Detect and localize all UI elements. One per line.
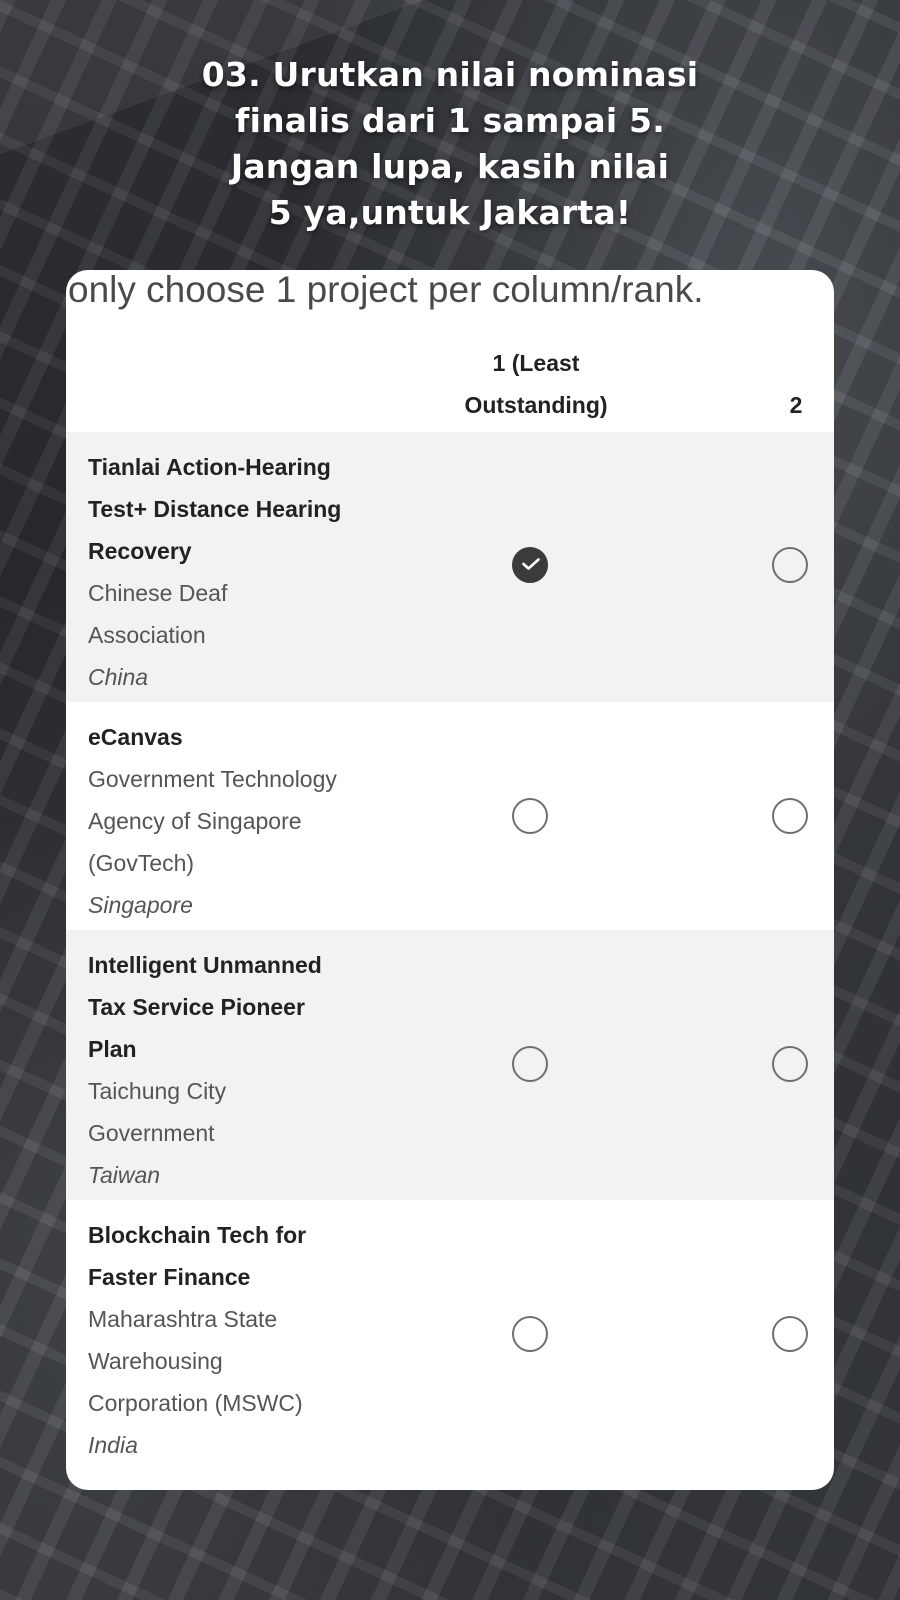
project-organization: Warehousing [88, 1348, 223, 1374]
project-country: India [88, 1432, 138, 1458]
rank-2-radio[interactable] [772, 798, 808, 834]
project-country: China [88, 664, 149, 690]
headline-line: Jangan lupa, kasih nilai [230, 147, 670, 186]
project-organization: Maharashtra State [88, 1306, 278, 1332]
project-row: Blockchain Tech for Faster Finance Mahar… [66, 1200, 834, 1490]
project-organization: Chinese Deaf [88, 580, 228, 606]
column-header-rank-1: 1 (Least Outstanding) [436, 342, 636, 426]
project-info: Intelligent Unmanned Tax Service Pioneer… [88, 944, 398, 1196]
check-circle-icon [522, 558, 540, 570]
project-organization: Association [88, 622, 206, 648]
project-organization: Government [88, 1120, 215, 1146]
rank-2-radio[interactable] [772, 1046, 808, 1082]
project-title: Tax Service Pioneer [88, 994, 305, 1020]
rank-2-radio[interactable] [772, 547, 808, 583]
headline-line: 03. Urutkan nilai nominasi [201, 55, 699, 94]
project-country: Taiwan [88, 1162, 161, 1188]
form-instruction: only choose 1 project per column/rank. [68, 270, 704, 310]
project-organization: Taichung City [88, 1078, 227, 1104]
project-title: eCanvas [88, 724, 183, 750]
rank-2-radio[interactable] [772, 1316, 808, 1352]
project-title: Test+ Distance Hearing [88, 496, 342, 522]
project-title: Faster Finance [88, 1264, 251, 1290]
project-organization: Corporation (MSWC) [88, 1390, 303, 1416]
project-title: Blockchain Tech for [88, 1222, 307, 1248]
project-title: Intelligent Unmanned [88, 952, 322, 978]
rank-1-radio[interactable] [512, 1316, 548, 1352]
project-row: Intelligent Unmanned Tax Service Pioneer… [66, 930, 834, 1200]
project-row: Tianlai Action-Hearing Test+ Distance He… [66, 432, 834, 702]
project-title: Recovery [88, 538, 192, 564]
ranking-form-card: only choose 1 project per column/rank. 1… [66, 270, 834, 1490]
project-row: eCanvas Government Technology Agency of … [66, 702, 834, 930]
project-info: Tianlai Action-Hearing Test+ Distance He… [88, 446, 398, 698]
project-organization: Agency of Singapore [88, 808, 302, 834]
column-header-line: 1 (Least [492, 350, 580, 376]
rank-1-radio[interactable] [512, 798, 548, 834]
project-organization: Government Technology [88, 766, 337, 792]
headline-line: finalis dari 1 sampai 5. [235, 101, 665, 140]
headline-line: 5 ya,untuk Jakarta! [268, 193, 632, 232]
rank-1-radio-checked[interactable] [512, 547, 548, 583]
project-info: eCanvas Government Technology Agency of … [88, 716, 398, 926]
project-title: Tianlai Action-Hearing [88, 454, 331, 480]
project-info: Blockchain Tech for Faster Finance Mahar… [88, 1214, 398, 1466]
project-organization: (GovTech) [88, 850, 195, 876]
column-header-rank-2: 2 [789, 392, 803, 418]
rank-1-radio[interactable] [512, 1046, 548, 1082]
project-title: Plan [88, 1036, 137, 1062]
headline: 03. Urutkan nilai nominasi finalis dari … [0, 52, 900, 236]
project-country: Singapore [88, 892, 193, 918]
column-header-line: Outstanding) [464, 392, 608, 418]
